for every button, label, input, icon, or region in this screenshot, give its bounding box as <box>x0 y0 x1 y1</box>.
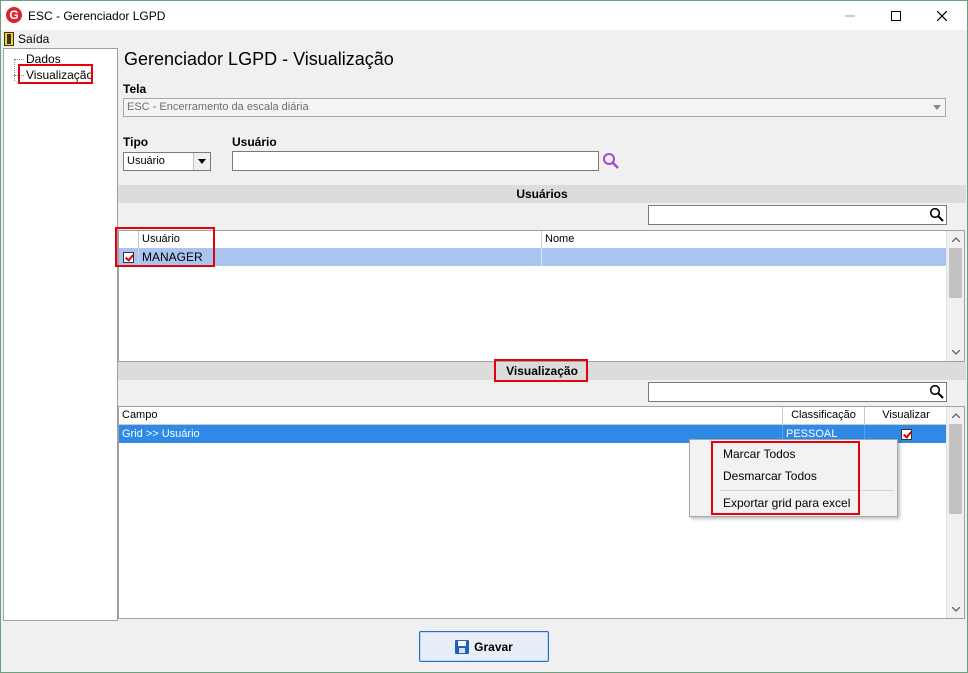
users-search-input[interactable] <box>648 205 947 225</box>
row-checkbox[interactable] <box>119 248 139 266</box>
tree-connector <box>14 75 24 77</box>
view-section-header: Visualização <box>118 362 966 380</box>
tela-select-value: ESC - Encerramento da escala diária <box>127 101 309 113</box>
menu-exit-label: Saída <box>18 32 50 46</box>
scroll-thumb[interactable] <box>949 424 962 514</box>
checkbox-checked-icon <box>123 251 134 263</box>
tela-label: Tela <box>123 82 147 96</box>
app-logo-icon: G <box>6 7 22 23</box>
close-icon <box>937 10 947 21</box>
minimize-button[interactable] <box>827 1 873 30</box>
save-button[interactable]: Gravar <box>419 631 549 662</box>
scroll-down-icon[interactable] <box>947 344 964 361</box>
view-grid-scrollbar[interactable] <box>946 407 964 618</box>
exit-door-icon <box>4 32 14 46</box>
window-title: ESC - Gerenciador LGPD <box>28 9 166 23</box>
minimize-icon <box>845 15 855 16</box>
scroll-up-icon[interactable] <box>947 407 964 424</box>
usuario-label: Usuário <box>232 135 277 149</box>
scroll-thumb[interactable] <box>949 248 962 298</box>
users-section-header: Usuários <box>118 185 966 203</box>
menu-item-marcar-todos[interactable]: Marcar Todos <box>723 447 795 461</box>
search-icon[interactable] <box>929 207 944 225</box>
tela-select[interactable]: ESC - Encerramento da escala diária <box>123 98 946 117</box>
cell-usuario: MANAGER <box>139 248 542 266</box>
column-header-campo[interactable]: Campo <box>119 407 783 424</box>
table-row[interactable]: MANAGER <box>119 248 948 266</box>
tipo-select-value: Usuário <box>127 155 165 167</box>
save-button-label: Gravar <box>474 639 513 654</box>
chevron-down-icon <box>929 99 945 116</box>
users-grid-select-column <box>119 231 139 248</box>
menu-item-exportar-excel[interactable]: Exportar grid para excel <box>723 496 850 510</box>
title-bar: G ESC - Gerenciador LGPD <box>1 1 967 30</box>
search-icon[interactable] <box>602 152 620 173</box>
scroll-down-icon[interactable] <box>947 601 964 618</box>
cell-nome <box>542 248 948 266</box>
view-grid-header: Campo Classificação Visualizar <box>119 407 948 425</box>
navigation-tree: Dados Visualização <box>3 48 118 621</box>
page-title: Gerenciador LGPD - Visualização <box>124 49 394 69</box>
menu-bar: Saída <box>1 30 967 48</box>
floppy-disk-icon <box>455 639 470 654</box>
search-icon[interactable] <box>929 384 944 402</box>
tree-item-visualizacao[interactable]: Visualização <box>26 68 93 82</box>
maximize-button[interactable] <box>873 1 919 30</box>
menu-separator <box>720 490 894 491</box>
column-header-visualizar[interactable]: Visualizar <box>865 407 948 424</box>
column-header-classificacao[interactable]: Classificação <box>783 407 865 424</box>
maximize-icon <box>891 10 901 21</box>
usuario-input[interactable] <box>232 151 599 171</box>
users-grid: Usuário Nome MANAGER <box>118 230 965 362</box>
app-window: G ESC - Gerenciador LGPD Saída Dados Vis… <box>0 0 968 673</box>
users-grid-header: Usuário Nome <box>119 231 948 249</box>
context-menu: Marcar Todos Desmarcar Todos Exportar gr… <box>689 439 898 517</box>
users-grid-scrollbar[interactable] <box>946 231 964 361</box>
scroll-up-icon[interactable] <box>947 231 964 248</box>
close-button[interactable] <box>919 1 965 30</box>
tree-connector <box>14 59 24 61</box>
tree-connector <box>14 59 16 81</box>
tipo-label: Tipo <box>123 135 149 149</box>
chevron-down-icon <box>193 153 210 170</box>
cell-campo: Grid >> Usuário <box>119 425 783 443</box>
column-header-usuario[interactable]: Usuário <box>139 231 542 248</box>
tree-item-dados[interactable]: Dados <box>26 52 61 66</box>
menu-exit[interactable]: Saída <box>4 31 49 47</box>
column-header-nome[interactable]: Nome <box>542 231 948 248</box>
view-search-input[interactable] <box>648 382 947 402</box>
menu-item-desmarcar-todos[interactable]: Desmarcar Todos <box>723 469 817 483</box>
tipo-select[interactable]: Usuário <box>123 152 211 171</box>
checkbox-checked-icon <box>901 428 912 440</box>
